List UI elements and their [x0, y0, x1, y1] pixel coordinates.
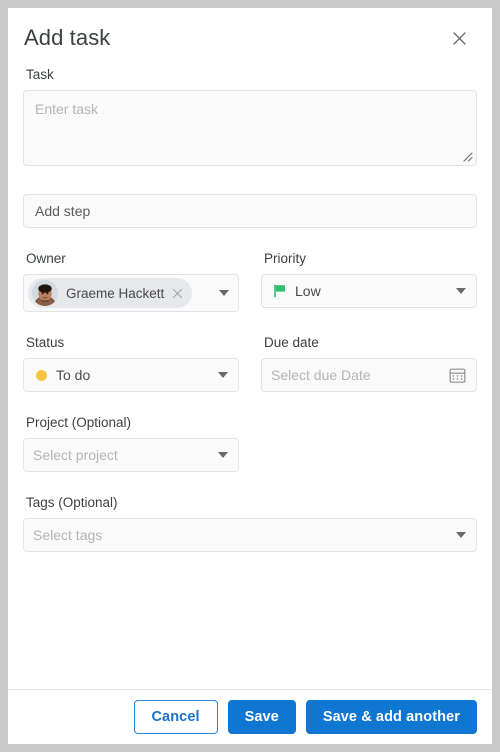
owner-remove-icon[interactable]: [168, 284, 186, 302]
status-value: To do: [56, 367, 91, 383]
close-icon[interactable]: [446, 25, 472, 51]
owner-field: Owner Graeme Hackett: [23, 250, 239, 312]
priority-select[interactable]: Low: [261, 274, 477, 308]
avatar: [32, 280, 58, 306]
project-field: Project (Optional) Select project: [23, 414, 239, 472]
due-date-label: Due date: [264, 335, 319, 350]
dialog-header: Add task: [8, 8, 492, 58]
chevron-down-icon: [456, 532, 466, 538]
cancel-button[interactable]: Cancel: [133, 700, 218, 734]
chevron-down-icon: [219, 290, 229, 296]
status-dot-icon: [36, 369, 47, 381]
priority-field: Priority Low: [261, 250, 477, 312]
save-and-add-another-button[interactable]: Save & add another: [305, 700, 477, 734]
task-placeholder: Enter task: [35, 101, 99, 117]
task-label: Task: [26, 67, 54, 82]
owner-priority-row: Owner Graeme Hackett Priority Low: [23, 250, 477, 312]
add-task-dialog: Add task Task Enter task Add step Owner …: [8, 8, 492, 744]
tags-row: Tags (Optional) Select tags: [23, 494, 477, 552]
resize-handle-icon[interactable]: [459, 148, 473, 162]
owner-dropdown-toggle[interactable]: [211, 290, 229, 296]
tags-placeholder: Select tags: [33, 527, 103, 543]
status-duedate-row: Status To do Due date Select due Date: [23, 334, 477, 392]
priority-label: Priority: [264, 251, 307, 266]
dialog-body: Task Enter task Add step Owner Graeme Ha…: [8, 58, 492, 689]
save-button[interactable]: Save: [227, 700, 296, 734]
project-select[interactable]: Select project: [23, 438, 239, 472]
tags-label: Tags (Optional): [26, 495, 118, 510]
owner-label: Owner: [26, 251, 66, 266]
project-placeholder: Select project: [33, 447, 118, 463]
due-date-field: Due date Select due Date: [261, 334, 477, 392]
chevron-down-icon: [218, 452, 228, 458]
owner-chip-name: Graeme Hackett: [66, 285, 165, 301]
calendar-icon[interactable]: [449, 367, 466, 384]
screen: Add task Task Enter task Add step Owner …: [0, 0, 500, 752]
owner-select[interactable]: Graeme Hackett: [23, 274, 239, 312]
page-title: Add task: [24, 25, 111, 50]
priority-value: Low: [295, 283, 321, 299]
owner-chip[interactable]: Graeme Hackett: [28, 278, 193, 308]
project-row: Project (Optional) Select project: [23, 414, 477, 472]
add-step-input[interactable]: Add step: [23, 194, 477, 228]
chevron-down-icon: [456, 288, 466, 294]
status-label: Status: [26, 335, 65, 350]
status-field: Status To do: [23, 334, 239, 392]
dialog-footer: Cancel Save Save & add another: [8, 689, 492, 744]
add-step-label: Add step: [35, 203, 91, 219]
chevron-down-icon: [218, 372, 228, 378]
status-select[interactable]: To do: [23, 358, 239, 392]
due-date-input[interactable]: Select due Date: [261, 358, 477, 392]
due-date-placeholder: Select due Date: [271, 367, 371, 383]
flag-icon: [273, 284, 287, 298]
tags-select[interactable]: Select tags: [23, 518, 477, 552]
task-input[interactable]: Enter task: [23, 90, 477, 166]
tags-field: Tags (Optional) Select tags: [23, 494, 477, 552]
project-label: Project (Optional): [26, 415, 132, 430]
